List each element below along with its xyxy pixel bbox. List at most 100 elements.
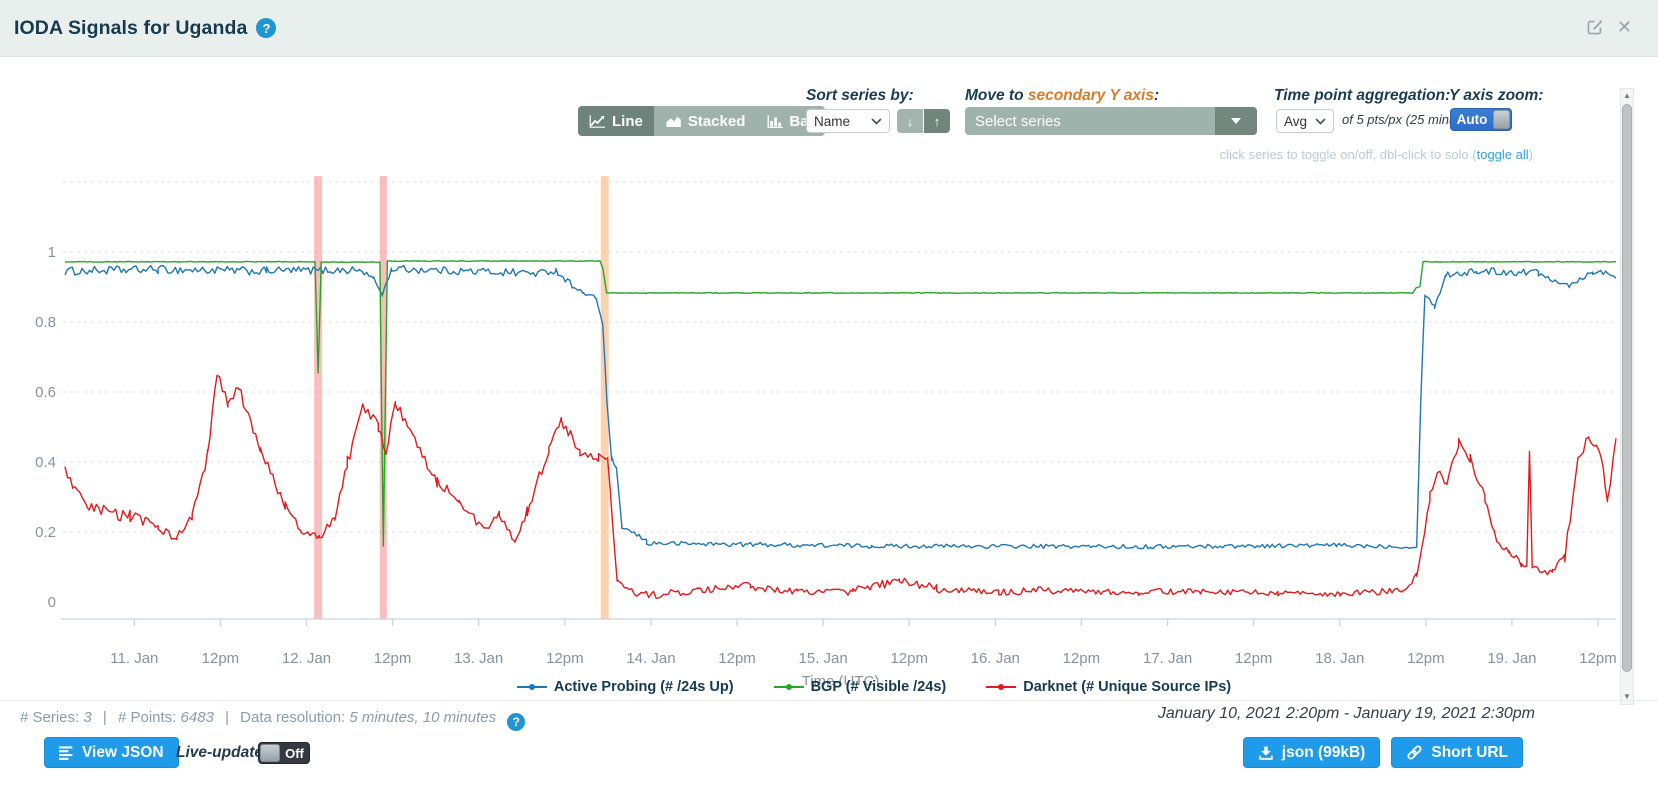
bar-chart-icon bbox=[767, 114, 783, 129]
svg-text:18. Jan: 18. Jan bbox=[1315, 650, 1364, 667]
data-resolution-label: Data resolution: bbox=[240, 709, 345, 726]
svg-text:12pm: 12pm bbox=[374, 650, 412, 667]
svg-text:12pm: 12pm bbox=[1063, 650, 1101, 667]
scrollbar-thumb[interactable] bbox=[1622, 104, 1632, 672]
list-icon bbox=[59, 745, 74, 760]
aggregation-select[interactable]: Avg bbox=[1276, 109, 1334, 133]
toggle-all-link[interactable]: toggle all bbox=[1477, 147, 1529, 162]
svg-text:0: 0 bbox=[48, 594, 56, 611]
toggle-knob bbox=[260, 744, 280, 762]
svg-text:11. Jan: 11. Jan bbox=[110, 650, 158, 667]
view-json-label: View JSON bbox=[82, 744, 164, 762]
panel-title: IODA Signals for Uganda bbox=[14, 17, 247, 40]
legend-label: Active Probing (# /24s Up) bbox=[554, 679, 734, 695]
series-toggle-hint: click series to toggle on/off, dbl-click… bbox=[1220, 147, 1533, 162]
resolution-help-icon[interactable]: ? bbox=[507, 713, 525, 731]
chart-type-line-button[interactable]: Line bbox=[578, 106, 654, 136]
move-secondary-axis-label: Move to secondary Y axis: bbox=[965, 87, 1159, 105]
legend-label: Darknet (# Unique Source IPs) bbox=[1023, 679, 1231, 695]
line-chart-icon bbox=[589, 114, 606, 129]
live-update-toggle[interactable]: Off bbox=[258, 742, 310, 764]
sort-direction-buttons: ↓ ↑ bbox=[897, 109, 950, 133]
short-url-label: Short URL bbox=[1431, 744, 1508, 762]
download-json-button[interactable]: json (99kB) bbox=[1243, 737, 1381, 768]
short-url-button[interactable]: Short URL bbox=[1391, 737, 1523, 768]
export-buttons: json (99kB) Short URL bbox=[1243, 737, 1523, 768]
chart-area: 0 0.2 0.4 0.6 0.8 1 11. Jan 12pm 12. Jan 12pm 13. … bbox=[0, 170, 1622, 685]
download-json-label: json (99kB) bbox=[1282, 744, 1366, 762]
move-label-highlight: secondary Y axis bbox=[1028, 87, 1154, 104]
svg-text:12pm: 12pm bbox=[890, 650, 928, 667]
svg-text:0.2: 0.2 bbox=[35, 524, 56, 541]
live-update-label: Live-update: bbox=[176, 744, 268, 762]
stacked-chart-icon bbox=[665, 114, 682, 129]
edit-icon[interactable] bbox=[1586, 18, 1604, 36]
sort-select[interactable]: Name bbox=[806, 109, 890, 133]
view-json-button[interactable]: View JSON bbox=[44, 737, 179, 768]
svg-text:12pm: 12pm bbox=[718, 650, 756, 667]
legend-marker bbox=[986, 682, 1016, 692]
toggle-knob bbox=[1493, 110, 1510, 129]
sort-series-label: Sort series by: bbox=[806, 87, 914, 105]
points-count-label: # Points: bbox=[118, 709, 176, 726]
svg-text:13. Jan: 13. Jan bbox=[454, 650, 503, 667]
timeseries-chart[interactable]: 0 0.2 0.4 0.6 0.8 1 11. Jan 12pm 12. Jan 12pm 13. … bbox=[0, 170, 1622, 685]
scroll-up-arrow[interactable]: ▲ bbox=[1621, 89, 1633, 103]
live-update-state: Off bbox=[280, 746, 309, 761]
svg-text:15. Jan: 15. Jan bbox=[799, 650, 848, 667]
aggregation-select-value: Avg bbox=[1284, 114, 1307, 129]
chevron-down-icon bbox=[871, 118, 882, 125]
legend-label: BGP (# Visible /24s) bbox=[811, 679, 947, 695]
y-axis-zoom-label: Y axis zoom: bbox=[1449, 87, 1543, 105]
legend-item-2[interactable]: BGP (# Visible /24s) bbox=[774, 679, 947, 695]
select-series-dropdown[interactable]: Select series bbox=[965, 107, 1257, 135]
ioda-signals-panel: IODA Signals for Uganda ? ✕ Line Stack bbox=[0, 0, 1658, 809]
svg-text:19. Jan: 19. Jan bbox=[1487, 650, 1536, 667]
hint-text-close: ) bbox=[1529, 147, 1533, 162]
svg-text:16. Jan: 16. Jan bbox=[971, 650, 1020, 667]
svg-text:14. Jan: 14. Jan bbox=[626, 650, 675, 667]
select-series-placeholder: Select series bbox=[965, 113, 1215, 130]
svg-text:0.6: 0.6 bbox=[35, 384, 56, 401]
legend-marker bbox=[774, 682, 804, 692]
close-icon[interactable]: ✕ bbox=[1617, 18, 1632, 36]
y-axis-scrollbar: ▲ ▼ bbox=[1620, 88, 1634, 705]
points-count-value: 6483 bbox=[181, 709, 214, 726]
separator: | bbox=[103, 709, 107, 726]
y-axis-zoom-toggle[interactable]: Auto bbox=[1450, 108, 1512, 131]
svg-text:1: 1 bbox=[48, 244, 56, 261]
move-label-prefix: Move to bbox=[965, 87, 1028, 104]
svg-text:12pm: 12pm bbox=[546, 650, 584, 667]
select-series-caret bbox=[1215, 107, 1257, 135]
data-resolution-value: 5 minutes, 10 minutes bbox=[349, 709, 496, 726]
title-help-icon[interactable]: ? bbox=[256, 18, 276, 38]
chart-type-stacked-label: Stacked bbox=[688, 113, 746, 130]
caret-down-icon bbox=[1231, 118, 1241, 124]
chart-type-group: Line Stacked Bar bbox=[578, 106, 825, 136]
svg-text:0.8: 0.8 bbox=[35, 314, 56, 331]
svg-text:17. Jan: 17. Jan bbox=[1143, 650, 1192, 667]
aggregation-label: Time point aggregation: bbox=[1274, 87, 1450, 105]
panel-header: IODA Signals for Uganda ? ✕ bbox=[0, 0, 1658, 57]
window-actions: ✕ bbox=[1586, 18, 1632, 36]
legend-item-1[interactable]: Active Probing (# /24s Up) bbox=[517, 679, 734, 695]
sort-ascending-button[interactable]: ↑ bbox=[924, 109, 950, 133]
y-axis-zoom-state: Auto bbox=[1451, 112, 1493, 127]
chart-type-line-label: Line bbox=[612, 113, 643, 130]
svg-text:12. Jan: 12. Jan bbox=[282, 650, 331, 667]
legend-item-3[interactable]: Darknet (# Unique Source IPs) bbox=[986, 679, 1231, 695]
svg-text:0.4: 0.4 bbox=[35, 454, 56, 471]
svg-text:12pm: 12pm bbox=[1407, 650, 1445, 667]
series-count-value: 3 bbox=[83, 709, 91, 726]
svg-text:12pm: 12pm bbox=[1235, 650, 1273, 667]
sort-select-value: Name bbox=[814, 114, 850, 129]
svg-text:12pm: 12pm bbox=[1579, 650, 1617, 667]
download-icon bbox=[1258, 745, 1274, 761]
link-icon bbox=[1406, 744, 1423, 761]
chevron-down-icon bbox=[1315, 118, 1326, 125]
sort-descending-button[interactable]: ↓ bbox=[897, 109, 923, 133]
series-count-label: # Series: bbox=[20, 709, 79, 726]
separator: | bbox=[225, 709, 229, 726]
date-range: January 10, 2021 2:20pm - January 19, 20… bbox=[1158, 705, 1535, 723]
chart-type-stacked-button[interactable]: Stacked bbox=[654, 106, 757, 136]
